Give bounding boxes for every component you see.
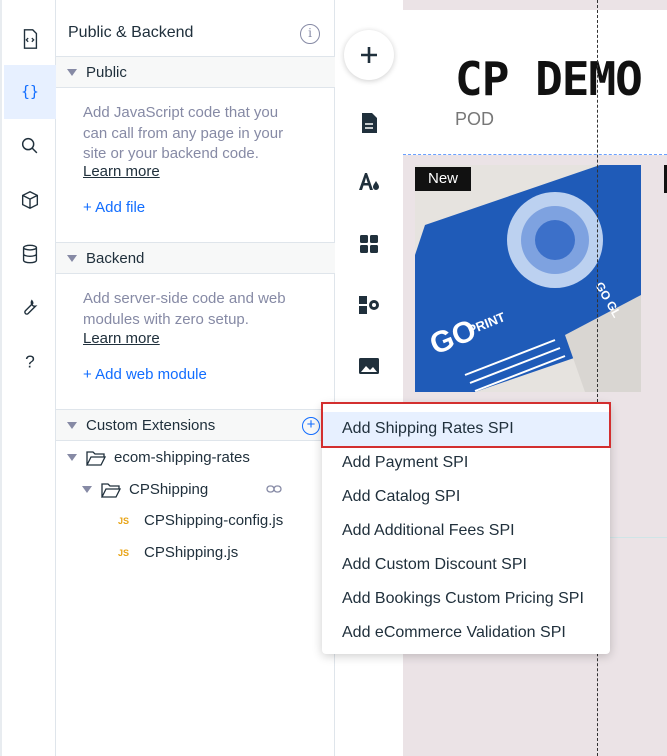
wrench-icon bbox=[24, 299, 38, 315]
tree-file-label: CPShipping-config.js bbox=[144, 512, 284, 529]
backend-learn-more-link[interactable]: Learn more bbox=[83, 330, 160, 347]
add-file-link[interactable]: + Add file bbox=[83, 199, 145, 216]
chevron-down-icon bbox=[82, 486, 92, 493]
svg-text:{}: {} bbox=[21, 84, 39, 101]
braces-icon: {} bbox=[21, 84, 39, 101]
public-learn-more-link[interactable]: Learn more bbox=[83, 163, 160, 180]
menu-item-shipping-rates[interactable]: Add Shipping Rates SPI bbox=[322, 412, 610, 446]
backend-description: Add server-side code and web modules wit… bbox=[83, 290, 286, 328]
add-icon bbox=[361, 47, 377, 63]
folder-open-icon bbox=[101, 482, 121, 498]
help-button[interactable]: ? bbox=[4, 335, 56, 389]
page-code-icon bbox=[23, 29, 38, 49]
extensions-icon bbox=[359, 296, 379, 314]
tree-file[interactable]: JS CPShipping-config.js bbox=[118, 512, 283, 529]
add-elements-button[interactable] bbox=[344, 30, 394, 80]
media-icon bbox=[359, 358, 379, 374]
tree-file[interactable]: JS CPShipping.js bbox=[118, 544, 238, 561]
menu-item-ecommerce-validation[interactable]: Add eCommerce Validation SPI bbox=[322, 616, 610, 650]
chevron-down-icon bbox=[67, 421, 77, 429]
search-button[interactable] bbox=[4, 119, 56, 173]
apps-icon bbox=[360, 235, 378, 253]
chevron-down-icon bbox=[67, 68, 77, 76]
js-file-icon: JS bbox=[118, 515, 130, 526]
section-backend-header[interactable]: Backend bbox=[56, 242, 335, 274]
pages-icon bbox=[362, 113, 377, 133]
menu-item-custom-discount[interactable]: Add Custom Discount SPI bbox=[322, 548, 610, 582]
site-header[interactable]: CP DEMO POD bbox=[403, 10, 667, 155]
menu-item-additional-fees[interactable]: Add Additional Fees SPI bbox=[322, 514, 610, 548]
public-backend-button[interactable]: {} bbox=[4, 65, 56, 119]
tree-folder-root[interactable]: ecom-shipping-rates bbox=[67, 449, 250, 466]
tree-file-label: CPShipping.js bbox=[144, 544, 239, 561]
section-public-header[interactable]: Public bbox=[56, 56, 335, 88]
menu-item-bookings-pricing[interactable]: Add Bookings Custom Pricing SPI bbox=[322, 582, 610, 616]
packages-button[interactable] bbox=[4, 173, 56, 227]
extensions-button[interactable] bbox=[344, 280, 394, 330]
section-custom-extensions-label: Custom Extensions bbox=[86, 416, 216, 434]
page-code-button[interactable] bbox=[4, 12, 56, 66]
database-icon bbox=[22, 244, 38, 264]
tree-folder-sub-label: CPShipping bbox=[129, 481, 209, 498]
dev-tools-button[interactable] bbox=[4, 281, 56, 335]
site-brand-subtitle[interactable]: POD bbox=[455, 109, 494, 130]
apps-button[interactable] bbox=[344, 219, 394, 269]
add-web-module-link[interactable]: + Add web module bbox=[83, 366, 207, 383]
databases-button[interactable] bbox=[4, 227, 56, 281]
canvas-top-strip bbox=[403, 0, 667, 10]
new-badge: New bbox=[415, 167, 472, 191]
js-file-icon: JS bbox=[118, 547, 130, 558]
section-backend-label: Backend bbox=[86, 249, 145, 267]
public-backend-panel: Public & Backend i Public Add JavaScript… bbox=[56, 0, 335, 756]
chevron-down-icon bbox=[67, 254, 77, 262]
search-icon bbox=[21, 137, 38, 154]
theme-icon bbox=[359, 173, 379, 190]
menu-item-payment[interactable]: Add Payment SPI bbox=[322, 446, 610, 480]
add-extension-button[interactable]: + bbox=[302, 417, 320, 435]
chevron-down-icon bbox=[67, 454, 77, 461]
link-icon[interactable] bbox=[266, 484, 282, 494]
tree-folder-root-label: ecom-shipping-rates bbox=[114, 449, 250, 466]
add-spi-menu: Add Shipping Rates SPI Add Payment SPI A… bbox=[322, 404, 610, 654]
panel-title: Public & Backend bbox=[68, 24, 194, 41]
menu-item-catalog[interactable]: Add Catalog SPI bbox=[322, 480, 610, 514]
public-description: Add JavaScript code that you can call fr… bbox=[83, 104, 284, 162]
info-icon[interactable]: i bbox=[300, 24, 320, 44]
folder-open-icon bbox=[86, 450, 106, 466]
product-photo-icon: GO PRINT GO GL bbox=[415, 165, 641, 392]
pages-button[interactable] bbox=[344, 98, 394, 148]
section-custom-extensions-header[interactable]: Custom Extensions bbox=[56, 409, 335, 441]
tree-folder-sub[interactable]: CPShipping bbox=[82, 481, 208, 498]
section-public-label: Public bbox=[86, 63, 127, 81]
site-brand-title[interactable]: CP DEMO bbox=[455, 52, 643, 106]
help-icon: ? bbox=[25, 352, 35, 372]
theme-button[interactable] bbox=[344, 157, 394, 207]
svg-text:?: ? bbox=[25, 352, 35, 372]
package-icon bbox=[21, 190, 39, 210]
product-image[interactable]: GO PRINT GO GL bbox=[415, 165, 641, 392]
media-button[interactable] bbox=[344, 341, 394, 391]
left-icon-rail: {} ? bbox=[0, 0, 56, 756]
